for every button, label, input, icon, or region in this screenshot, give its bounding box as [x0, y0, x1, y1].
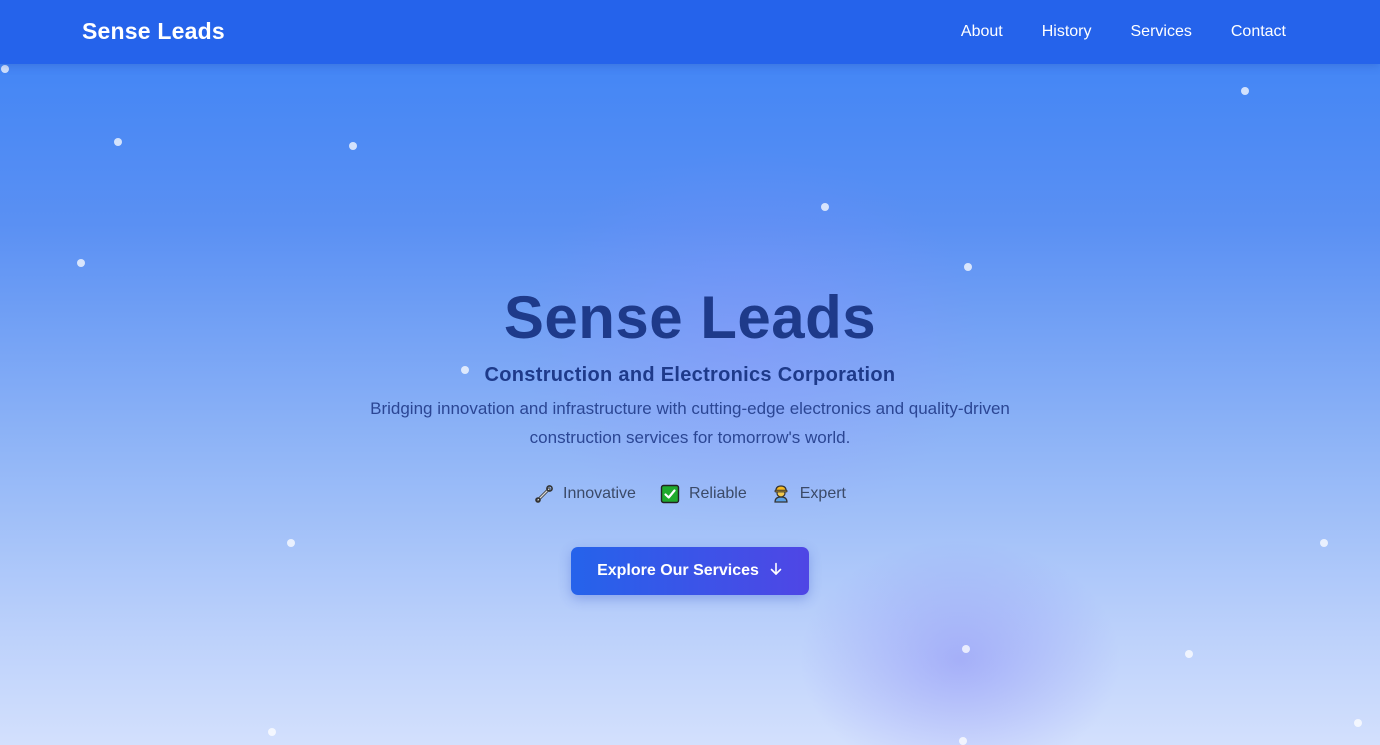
particle [1354, 719, 1362, 727]
wrench-icon [534, 484, 554, 504]
nav-links: About History Services Contact [961, 0, 1286, 64]
particle [114, 138, 122, 146]
particle [349, 142, 357, 150]
cta-label: Explore Our Services [597, 562, 759, 579]
background-glow [800, 540, 1120, 745]
brand-logo[interactable]: Sense Leads [82, 18, 225, 45]
feature-item: Reliable [660, 484, 747, 504]
feature-label: Reliable [688, 485, 747, 502]
particle [821, 203, 829, 211]
particle [1320, 539, 1328, 547]
nav-link-contact[interactable]: Contact [1231, 23, 1286, 41]
particle [77, 259, 85, 267]
arrow-down-icon [769, 562, 783, 581]
particle [1185, 650, 1193, 658]
hero-description: Bridging innovation and infrastructure w… [370, 399, 1010, 447]
feature-item: Expert [771, 484, 846, 504]
feature-label: Expert [799, 485, 846, 502]
particle [959, 737, 967, 745]
feature-item: Innovative [534, 484, 636, 504]
construction-worker-icon [771, 484, 791, 504]
particle [1, 65, 9, 73]
particle [268, 728, 276, 736]
feature-label: Innovative [563, 485, 636, 502]
particle [962, 645, 970, 653]
explore-services-button[interactable]: Explore Our Services [571, 547, 809, 595]
navbar: Sense Leads About History Services Conta… [0, 0, 1380, 64]
check-box-icon [660, 484, 680, 504]
hero-subtitle: Construction and Electronics Corporation [484, 364, 896, 386]
feature-list: Innovative Reliable Expert [0, 484, 1380, 504]
nav-link-history[interactable]: History [1042, 23, 1092, 41]
particle [964, 263, 972, 271]
particle [287, 539, 295, 547]
particle [1241, 87, 1249, 95]
nav-link-services[interactable]: Services [1131, 23, 1192, 41]
nav-link-about[interactable]: About [961, 23, 1003, 41]
hero-title: Sense Leads [503, 284, 877, 351]
